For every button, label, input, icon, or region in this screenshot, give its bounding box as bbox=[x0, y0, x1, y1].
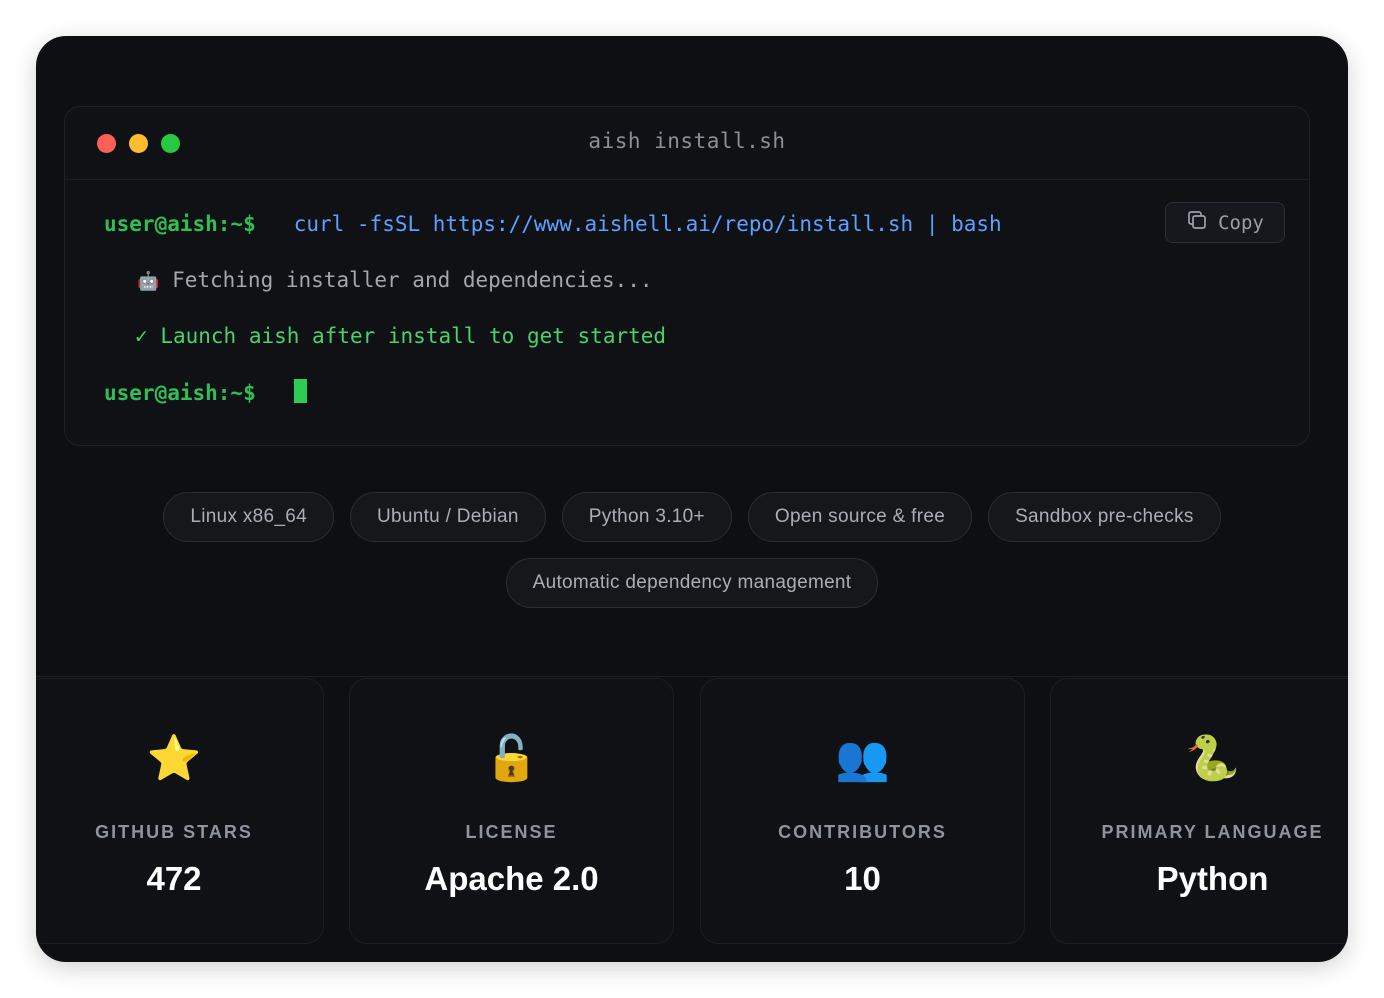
output-fetch-text: Fetching installer and dependencies... bbox=[172, 268, 653, 292]
stat-label: GITHUB STARS bbox=[95, 822, 253, 842]
stat-value: 10 bbox=[844, 860, 881, 897]
stat-label: PRIMARY LANGUAGE bbox=[1101, 822, 1324, 842]
stat-label: CONTRIBUTORS bbox=[778, 822, 947, 842]
snake-icon: 🐍 bbox=[1185, 733, 1240, 784]
prompt-text: user@aish:~$ bbox=[104, 381, 256, 405]
output-success-line: ✓ Launch aish after install to get start… bbox=[135, 324, 666, 348]
terminal-titlebar: aish install.sh bbox=[65, 107, 1309, 180]
people-icon: 👥 bbox=[835, 733, 890, 784]
command-line: user@aish:~$ curl -fsSL https://www.aish… bbox=[104, 212, 1002, 236]
stat-value: 472 bbox=[146, 860, 202, 897]
chip-sandbox: Sandbox pre-checks bbox=[988, 492, 1221, 542]
output-fetch-line: 🤖 Fetching installer and dependencies... bbox=[137, 268, 653, 292]
unlock-icon: 🔓 bbox=[484, 733, 539, 784]
chip-row-1: Linux x86_64 Ubuntu / Debian Python 3.10… bbox=[36, 492, 1348, 542]
copy-button[interactable]: Copy bbox=[1165, 202, 1285, 243]
chip-python: Python 3.10+ bbox=[561, 492, 732, 542]
terminal-title: aish install.sh bbox=[588, 129, 786, 153]
stat-card-primary-language: 🐍 PRIMARY LANGUAGE Python bbox=[1050, 678, 1348, 944]
chip-open-source: Open source & free bbox=[747, 492, 973, 542]
chip-row-2: Automatic dependency management bbox=[36, 558, 1348, 608]
chip-ubuntu-debian: Ubuntu / Debian bbox=[349, 492, 546, 542]
stat-card-contributors: 👥 CONTRIBUTORS 10 bbox=[700, 678, 1025, 944]
chip-linux: Linux x86_64 bbox=[163, 492, 334, 542]
robot-icon: 🤖 bbox=[137, 271, 160, 292]
copy-button-label: Copy bbox=[1218, 211, 1264, 234]
install-command[interactable]: curl -fsSL https://www.aishell.ai/repo/i… bbox=[294, 212, 1002, 236]
prompt-line: user@aish:~$ bbox=[104, 379, 307, 405]
stat-card-license: 🔓 LICENSE Apache 2.0 bbox=[349, 678, 674, 944]
chip-dependency-management: Automatic dependency management bbox=[505, 558, 879, 608]
stat-value: Apache 2.0 bbox=[424, 860, 599, 897]
output-success-text: Launch aish after install to get started bbox=[160, 324, 667, 348]
feature-chips: Linux x86_64 Ubuntu / Debian Python 3.10… bbox=[36, 492, 1348, 624]
copy-icon bbox=[1186, 209, 1208, 236]
stat-label: LICENSE bbox=[465, 822, 558, 842]
star-icon: ⭐ bbox=[146, 733, 202, 784]
terminal-window: aish install.sh user@aish:~$ curl -fsSL … bbox=[64, 106, 1310, 446]
stat-card-github-stars: ⭐ GITHUB STARS 472 bbox=[36, 678, 324, 944]
app-frame: aish install.sh user@aish:~$ curl -fsSL … bbox=[36, 36, 1348, 962]
stat-value: Python bbox=[1156, 860, 1269, 897]
section-divider bbox=[36, 676, 1348, 677]
check-icon: ✓ bbox=[135, 324, 148, 348]
terminal-cursor bbox=[293, 379, 307, 403]
prompt-text: user@aish:~$ bbox=[104, 212, 256, 236]
